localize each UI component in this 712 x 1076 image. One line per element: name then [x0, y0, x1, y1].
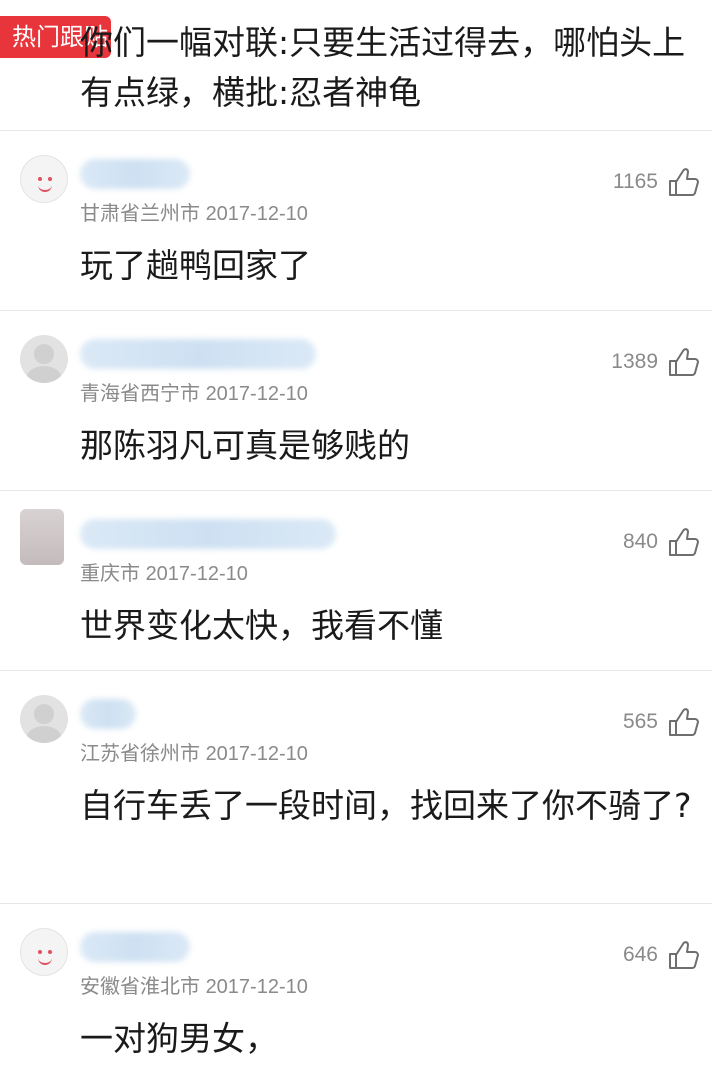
comment-item: 甘肃省兰州市 2017-12-10 1165 玩了趟鸭回家了: [0, 131, 712, 311]
like-button[interactable]: 646: [623, 938, 700, 972]
avatar-eye: [38, 950, 42, 954]
thumbs-up-icon: [669, 348, 699, 376]
date: 2017-12-10: [205, 383, 308, 405]
comment-meta: 江苏省徐州市 2017-12-10: [80, 737, 308, 766]
thumbs-up-icon: [669, 708, 699, 736]
avatar[interactable]: [20, 695, 68, 743]
location: 青海省西宁市: [80, 383, 200, 405]
location: 甘肃省兰州市: [80, 203, 200, 225]
comment-item: 江苏省徐州市 2017-12-10 565 自行车丢了一段时间，找回来了你不骑了…: [0, 671, 712, 904]
date: 2017-12-10: [145, 563, 248, 585]
comment-meta: 青海省西宁市 2017-12-10: [80, 377, 308, 406]
comment-text: 你们一幅对联:只要生活过得去，哪怕头上有点绿，横批:忍者神龟: [80, 23, 686, 112]
username-blurred[interactable]: [80, 159, 190, 189]
like-button[interactable]: 840: [623, 525, 700, 559]
avatar-mouth: [38, 956, 52, 965]
comment-item: 重庆市 2017-12-10 840 世界变化太快，我看不懂: [0, 491, 712, 671]
like-count: 1389: [611, 350, 658, 373]
comment-item: 安徽省淮北市 2017-12-10 646 一对狗男女，: [0, 904, 712, 1076]
comment-text: 那陈羽凡可真是够贱的: [80, 426, 410, 465]
like-count: 646: [622, 943, 658, 966]
thumbs-up-icon: [669, 941, 699, 969]
comment-meta: 重庆市 2017-12-10: [80, 557, 248, 586]
location: 江苏省徐州市: [80, 743, 200, 765]
comment-meta: 安徽省淮北市 2017-12-10: [80, 970, 308, 999]
comment-text: 世界变化太快，我看不懂: [80, 606, 443, 645]
comment-text: 一对狗男女，: [80, 1019, 278, 1058]
comment-item: 青海省西宁市 2017-12-10 1389 那陈羽凡可真是够贱的: [0, 311, 712, 491]
avatar[interactable]: [20, 335, 68, 383]
username-blurred[interactable]: [80, 699, 136, 729]
comment-text: 玩了趟鸭回家了: [80, 246, 311, 285]
top-comment: 热门跟贴 你们一幅对联:只要生活过得去，哪怕头上有点绿，横批:忍者神龟: [0, 0, 712, 131]
avatar[interactable]: [20, 509, 64, 565]
avatar[interactable]: [20, 928, 68, 976]
comment-text: 自行车丢了一段时间，找回来了你不骑了?: [80, 786, 692, 825]
username-blurred[interactable]: [80, 339, 316, 369]
avatar-shoulder: [26, 726, 62, 743]
avatar-head: [34, 344, 54, 364]
date: 2017-12-10: [205, 976, 308, 998]
avatar-eye: [38, 177, 42, 181]
avatar-eye: [48, 177, 52, 181]
avatar-mouth: [38, 183, 52, 192]
like-count: 1165: [612, 170, 658, 193]
avatar-shoulder: [26, 366, 62, 383]
thumbs-up-icon: [669, 528, 699, 556]
thumbs-up-icon: [669, 168, 699, 196]
like-button[interactable]: 1165: [613, 165, 700, 199]
avatar-eye: [48, 950, 52, 954]
like-count: 840: [622, 530, 658, 553]
like-button[interactable]: 565: [623, 705, 700, 739]
username-blurred[interactable]: [80, 519, 336, 549]
avatar-head: [34, 704, 54, 724]
date: 2017-12-10: [205, 203, 308, 225]
username-blurred[interactable]: [80, 932, 190, 962]
date: 2017-12-10: [205, 743, 308, 765]
location: 重庆市: [80, 563, 140, 585]
avatar[interactable]: [20, 155, 68, 203]
like-count: 565: [622, 710, 658, 733]
like-button[interactable]: 1389: [611, 345, 700, 379]
location: 安徽省淮北市: [80, 976, 200, 998]
comment-meta: 甘肃省兰州市 2017-12-10: [80, 197, 308, 226]
